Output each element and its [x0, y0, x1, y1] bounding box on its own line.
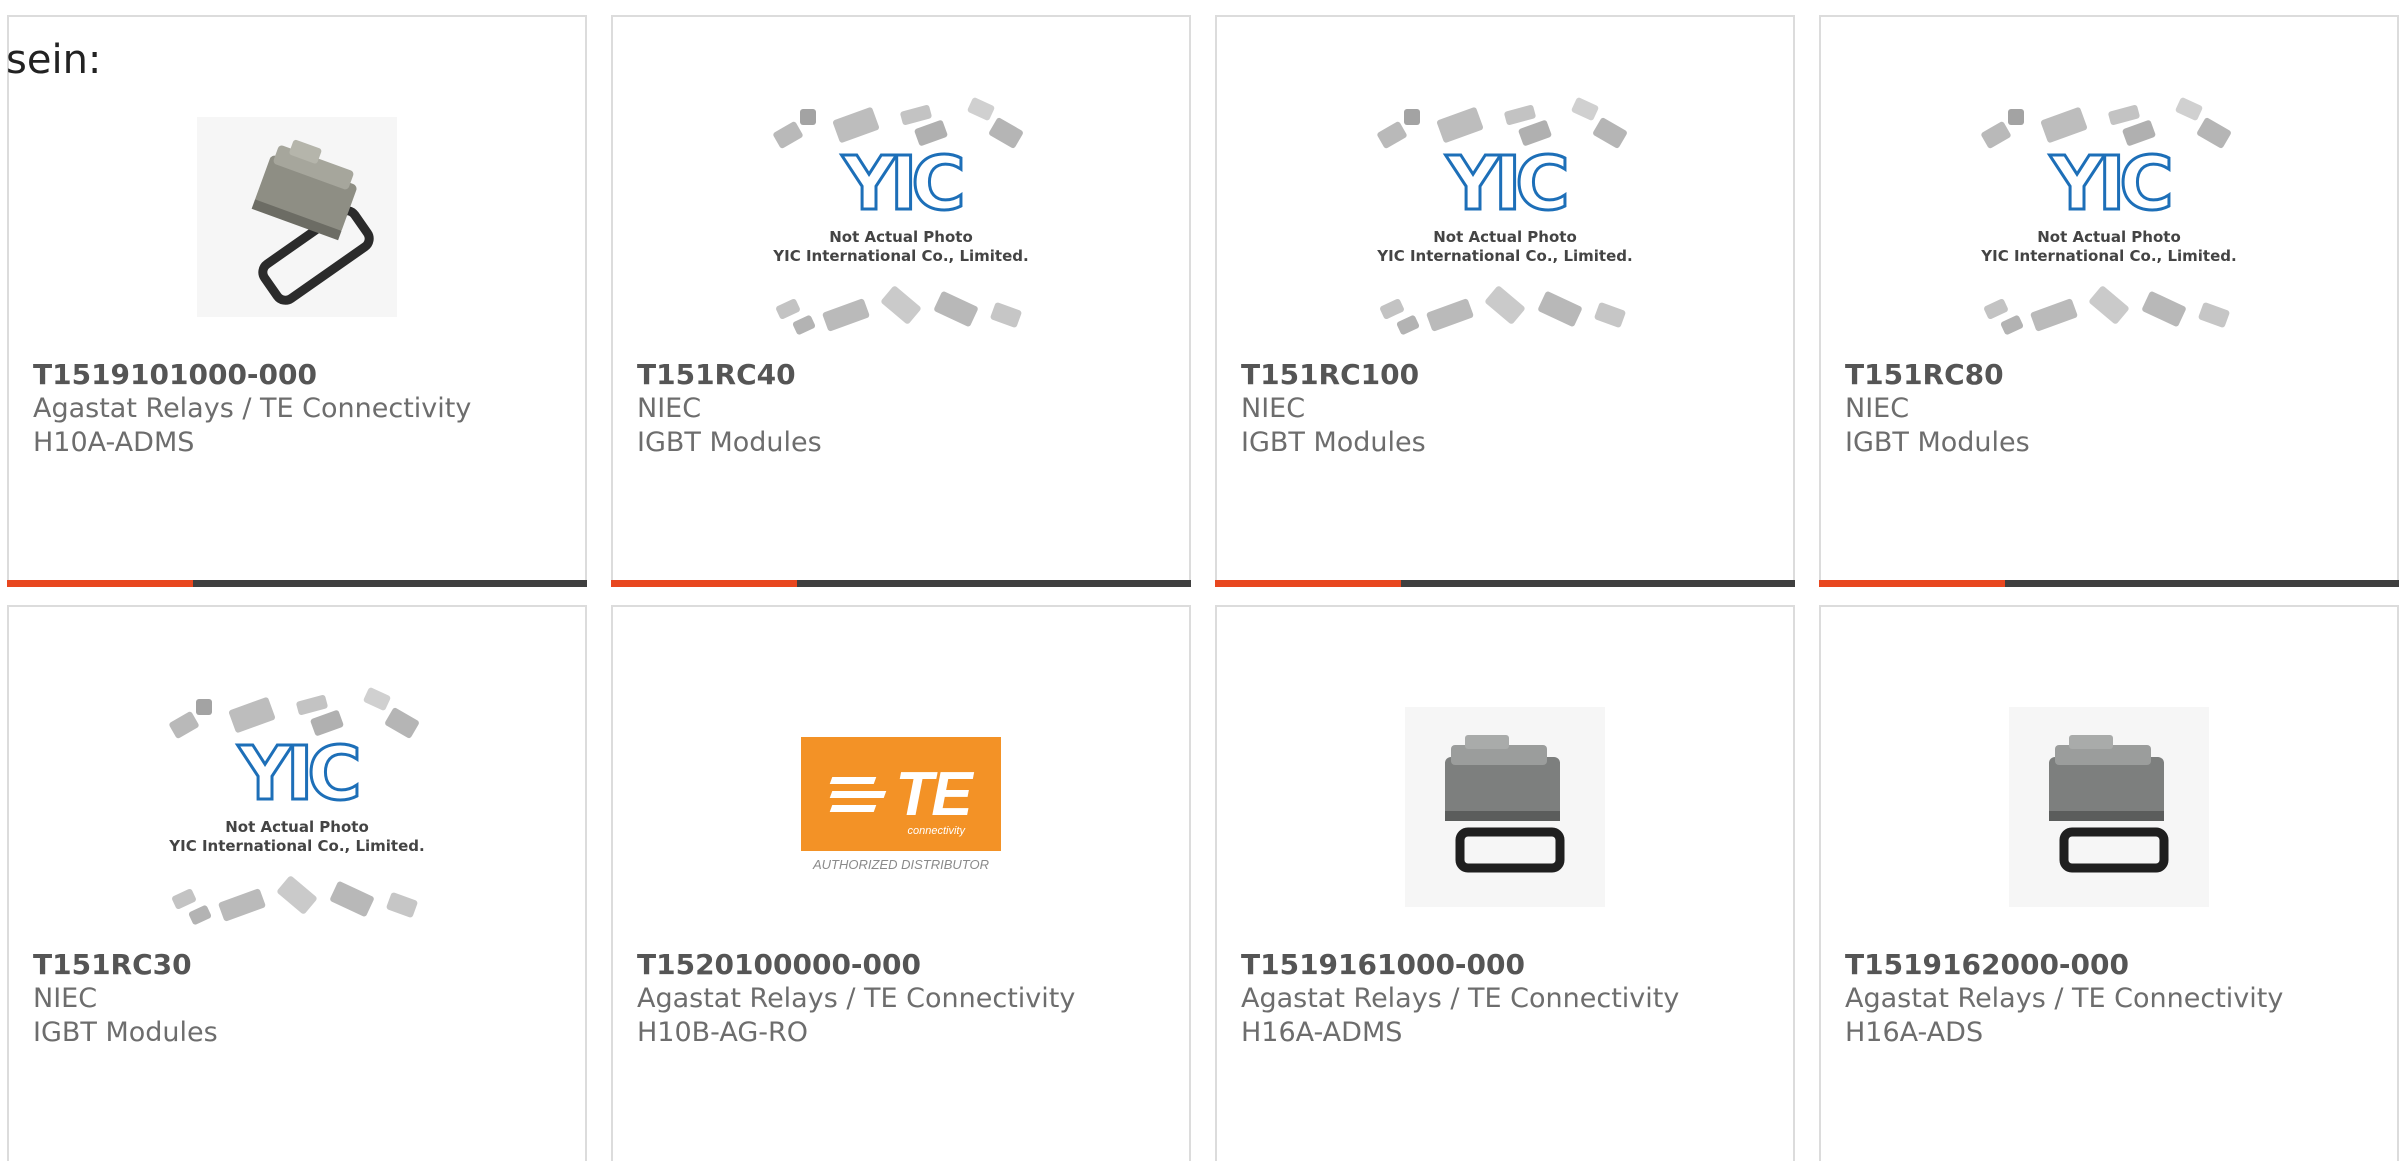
part-number-link[interactable]: T1520100000-000 [637, 948, 1177, 982]
svg-text:YIC International Co., Limited: YIC International Co., Limited. [1980, 247, 2236, 265]
product-image[interactable] [1821, 657, 2397, 957]
product-info: T151RC40 NIEC IGBT Modules [637, 358, 1177, 460]
svg-text:YIC International Co., Limited: YIC International Co., Limited. [168, 837, 424, 855]
product-info: T1519162000-000 Agastat Relays / TE Conne… [1845, 948, 2385, 1050]
product-info: T151RC100 NIEC IGBT Modules [1241, 358, 1781, 460]
product-card[interactable]: T1519162000-000 Agastat Relays / TE Conne… [1819, 605, 2399, 1161]
svg-text:YIC: YIC [2049, 141, 2169, 227]
svg-text:YIC International Co., Limited: YIC International Co., Limited. [1376, 247, 1632, 265]
part-number-link[interactable]: T151RC30 [33, 948, 573, 982]
product-grid: T1519101000-000 Agastat Relays / TE Conne… [7, 15, 2399, 1161]
manufacturer-label: Agastat Relays / TE Connectivity [33, 393, 472, 424]
product-info: T1519161000-000 Agastat Relays / TE Conne… [1241, 948, 1781, 1050]
product-info: T1519101000-000 Agastat Relays / TE Conne… [33, 358, 573, 460]
category-label: IGBT Modules [1845, 427, 2030, 458]
product-image-placeholder[interactable]: YIC Not Actual Photo YIC International Co.… [1217, 67, 1793, 367]
product-image[interactable] [1217, 657, 1793, 957]
svg-text:YIC: YIC [841, 141, 961, 227]
part-number-link[interactable]: T1519162000-000 [1845, 948, 2385, 982]
manufacturer-label: Agastat Relays / TE Connectivity [1241, 983, 1680, 1014]
category-label: IGBT Modules [1241, 427, 1426, 458]
product-card[interactable]: T1519101000-000 Agastat Relays / TE Conne… [7, 15, 587, 587]
product-card[interactable]: T1519161000-000 Agastat Relays / TE Conne… [1215, 605, 1795, 1161]
product-card[interactable]: TE connectivity AUTHORIZED DISTRIBUTOR T152… [611, 605, 1191, 1161]
svg-text:Not Actual Photo: Not Actual Photo [2037, 228, 2181, 246]
category-label: IGBT Modules [33, 1017, 218, 1048]
manufacturer-label: NIEC [1241, 393, 1306, 424]
progress-fill [7, 580, 193, 587]
category-label: H16A-ADMS [1241, 1017, 1403, 1048]
te-connectivity-logo: TE connectivity AUTHORIZED DISTRIBUTOR [801, 737, 1001, 877]
svg-text:YIC International Co., Limited: YIC International Co., Limited. [772, 247, 1028, 265]
manufacturer-label: NIEC [637, 393, 702, 424]
product-card[interactable]: YIC Not Actual Photo YIC International Co.… [7, 605, 587, 1161]
part-number-link[interactable]: T151RC80 [1845, 358, 2385, 392]
progress-bar [7, 580, 587, 587]
product-info: T151RC80 NIEC IGBT Modules [1845, 358, 2385, 460]
product-card[interactable]: YIC Not Actual Photo YIC International Co.… [1215, 15, 1795, 587]
product-image-placeholder[interactable]: YIC Not Actual Photo YIC International Co.… [1821, 67, 2397, 367]
page: sein: T1519101000-000 Agastat Relays / TE… [0, 0, 2400, 1161]
part-number-link[interactable]: T1519101000-000 [33, 358, 573, 392]
product-info: T151RC30 NIEC IGBT Modules [33, 948, 573, 1050]
intro-text: sein: [6, 37, 102, 83]
product-image-logo[interactable]: TE connectivity AUTHORIZED DISTRIBUTOR [613, 657, 1189, 957]
category-label: H10A-ADMS [33, 427, 195, 458]
part-number-link[interactable]: T151RC100 [1241, 358, 1781, 392]
svg-text:Not Actual Photo: Not Actual Photo [1433, 228, 1577, 246]
part-number-link[interactable]: T151RC40 [637, 358, 1177, 392]
product-card[interactable]: YIC Not Actual Photo YIC International Co.… [611, 15, 1191, 587]
progress-bar [1819, 580, 2399, 587]
progress-bar [1215, 580, 1795, 587]
manufacturer-label: Agastat Relays / TE Connectivity [1845, 983, 2284, 1014]
category-label: H10B-AG-RO [637, 1017, 809, 1048]
manufacturer-label: NIEC [1845, 393, 1910, 424]
progress-bar [611, 580, 1191, 587]
category-label: H16A-ADS [1845, 1017, 1984, 1048]
product-image-placeholder[interactable]: YIC Not Actual Photo YIC International Co.… [9, 657, 585, 957]
svg-text:Not Actual Photo: Not Actual Photo [829, 228, 973, 246]
svg-text:YIC: YIC [237, 731, 357, 817]
category-label: IGBT Modules [637, 427, 822, 458]
progress-fill [1215, 580, 1401, 587]
progress-fill [611, 580, 797, 587]
svg-text:Not Actual Photo: Not Actual Photo [225, 818, 369, 836]
progress-fill [1819, 580, 2005, 587]
manufacturer-label: NIEC [33, 983, 98, 1014]
product-image-placeholder[interactable]: YIC Not Actual Photo YIC International Co.… [613, 67, 1189, 367]
svg-text:YIC: YIC [1445, 141, 1565, 227]
product-image[interactable] [9, 67, 585, 367]
part-number-link[interactable]: T1519161000-000 [1241, 948, 1781, 982]
manufacturer-label: Agastat Relays / TE Connectivity [637, 983, 1076, 1014]
product-info: T1520100000-000 Agastat Relays / TE Conne… [637, 948, 1177, 1050]
product-card[interactable]: YIC Not Actual Photo YIC International Co.… [1819, 15, 2399, 587]
